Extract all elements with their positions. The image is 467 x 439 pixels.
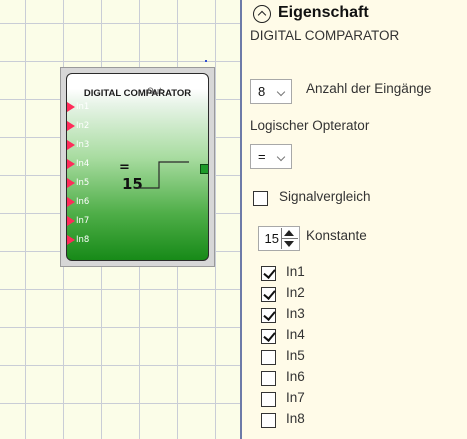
pin-arrow-icon bbox=[67, 235, 75, 245]
spin-down-icon[interactable] bbox=[284, 241, 294, 247]
channel-label: In8 bbox=[286, 411, 305, 426]
input-pin-in1[interactable]: In1 bbox=[67, 101, 89, 113]
input-pin-in6[interactable]: In6 bbox=[67, 196, 89, 208]
comparator-block[interactable]: DIGITAL COMPARATOR In1 In2 In3 In4 In5 I… bbox=[66, 73, 209, 261]
channel-label: In3 bbox=[286, 306, 305, 321]
pin-arrow-icon bbox=[67, 159, 75, 169]
channel-checkbox-in4[interactable] bbox=[261, 329, 276, 344]
signal-compare-label: Signalvergleich bbox=[279, 189, 371, 204]
channel-checkbox-in5[interactable] bbox=[261, 350, 276, 365]
input-pin-in2[interactable]: In2 bbox=[67, 120, 89, 132]
output-label: Out bbox=[147, 87, 163, 97]
input-pin-in7[interactable]: In7 bbox=[67, 215, 89, 227]
pin-arrow-icon bbox=[67, 178, 75, 188]
chevron-down-icon bbox=[276, 152, 286, 162]
inputs-count-dropdown[interactable]: 8 bbox=[250, 79, 292, 104]
channel-checkbox-in3[interactable] bbox=[261, 308, 276, 323]
channel-checkbox-in6[interactable] bbox=[261, 371, 276, 386]
channel-label: In4 bbox=[286, 327, 305, 342]
channel-label: In7 bbox=[286, 390, 305, 405]
constant-spinner[interactable]: 15 bbox=[258, 226, 300, 251]
output-pin[interactable] bbox=[200, 164, 208, 174]
pin-arrow-icon bbox=[67, 216, 75, 226]
canvas-marker bbox=[205, 60, 207, 62]
panel-title: Eigenschaft bbox=[278, 4, 369, 21]
channel-checkbox-in2[interactable] bbox=[261, 287, 276, 302]
step-function-icon bbox=[135, 161, 189, 189]
channel-label: In1 bbox=[286, 264, 305, 279]
channel-checkbox-in7[interactable] bbox=[261, 392, 276, 407]
input-pin-in5[interactable]: In5 bbox=[67, 177, 89, 189]
input-pin-in8[interactable]: In8 bbox=[67, 234, 89, 246]
diagram-canvas[interactable]: DIGITAL COMPARATOR In1 In2 In3 In4 In5 I… bbox=[0, 0, 240, 439]
channel-label: In5 bbox=[286, 348, 305, 363]
signal-compare-checkbox[interactable] bbox=[253, 191, 268, 206]
spin-up-icon[interactable] bbox=[284, 230, 294, 236]
chevron-down-icon bbox=[276, 87, 286, 97]
pin-arrow-icon bbox=[67, 140, 75, 150]
input-pin-in4[interactable]: In4 bbox=[67, 158, 89, 170]
pin-arrow-icon bbox=[67, 102, 75, 112]
input-pin-in3[interactable]: In3 bbox=[67, 139, 89, 151]
properties-panel: Eigenschaft DIGITAL COMPARATOR 8 Anzahl … bbox=[240, 0, 467, 439]
operator-dropdown[interactable]: = bbox=[250, 144, 292, 169]
operator-label: Logischer Opterator bbox=[250, 118, 370, 133]
pin-arrow-icon bbox=[67, 197, 75, 207]
operator-symbol: = bbox=[119, 160, 130, 175]
component-name: DIGITAL COMPARATOR bbox=[250, 28, 400, 43]
pin-arrow-icon bbox=[67, 121, 75, 131]
collapse-up-icon[interactable] bbox=[253, 5, 271, 23]
constant-label: Konstante bbox=[306, 228, 367, 243]
channel-label: In2 bbox=[286, 285, 305, 300]
channel-checkbox-in8[interactable] bbox=[261, 413, 276, 428]
channel-label: In6 bbox=[286, 369, 305, 384]
channel-checkbox-in1[interactable] bbox=[261, 266, 276, 281]
block-title: DIGITAL COMPARATOR bbox=[83, 88, 192, 99]
inputs-count-label: Anzahl der Eingänge bbox=[306, 81, 432, 96]
comparator-block-selection[interactable]: DIGITAL COMPARATOR In1 In2 In3 In4 In5 I… bbox=[60, 67, 215, 267]
